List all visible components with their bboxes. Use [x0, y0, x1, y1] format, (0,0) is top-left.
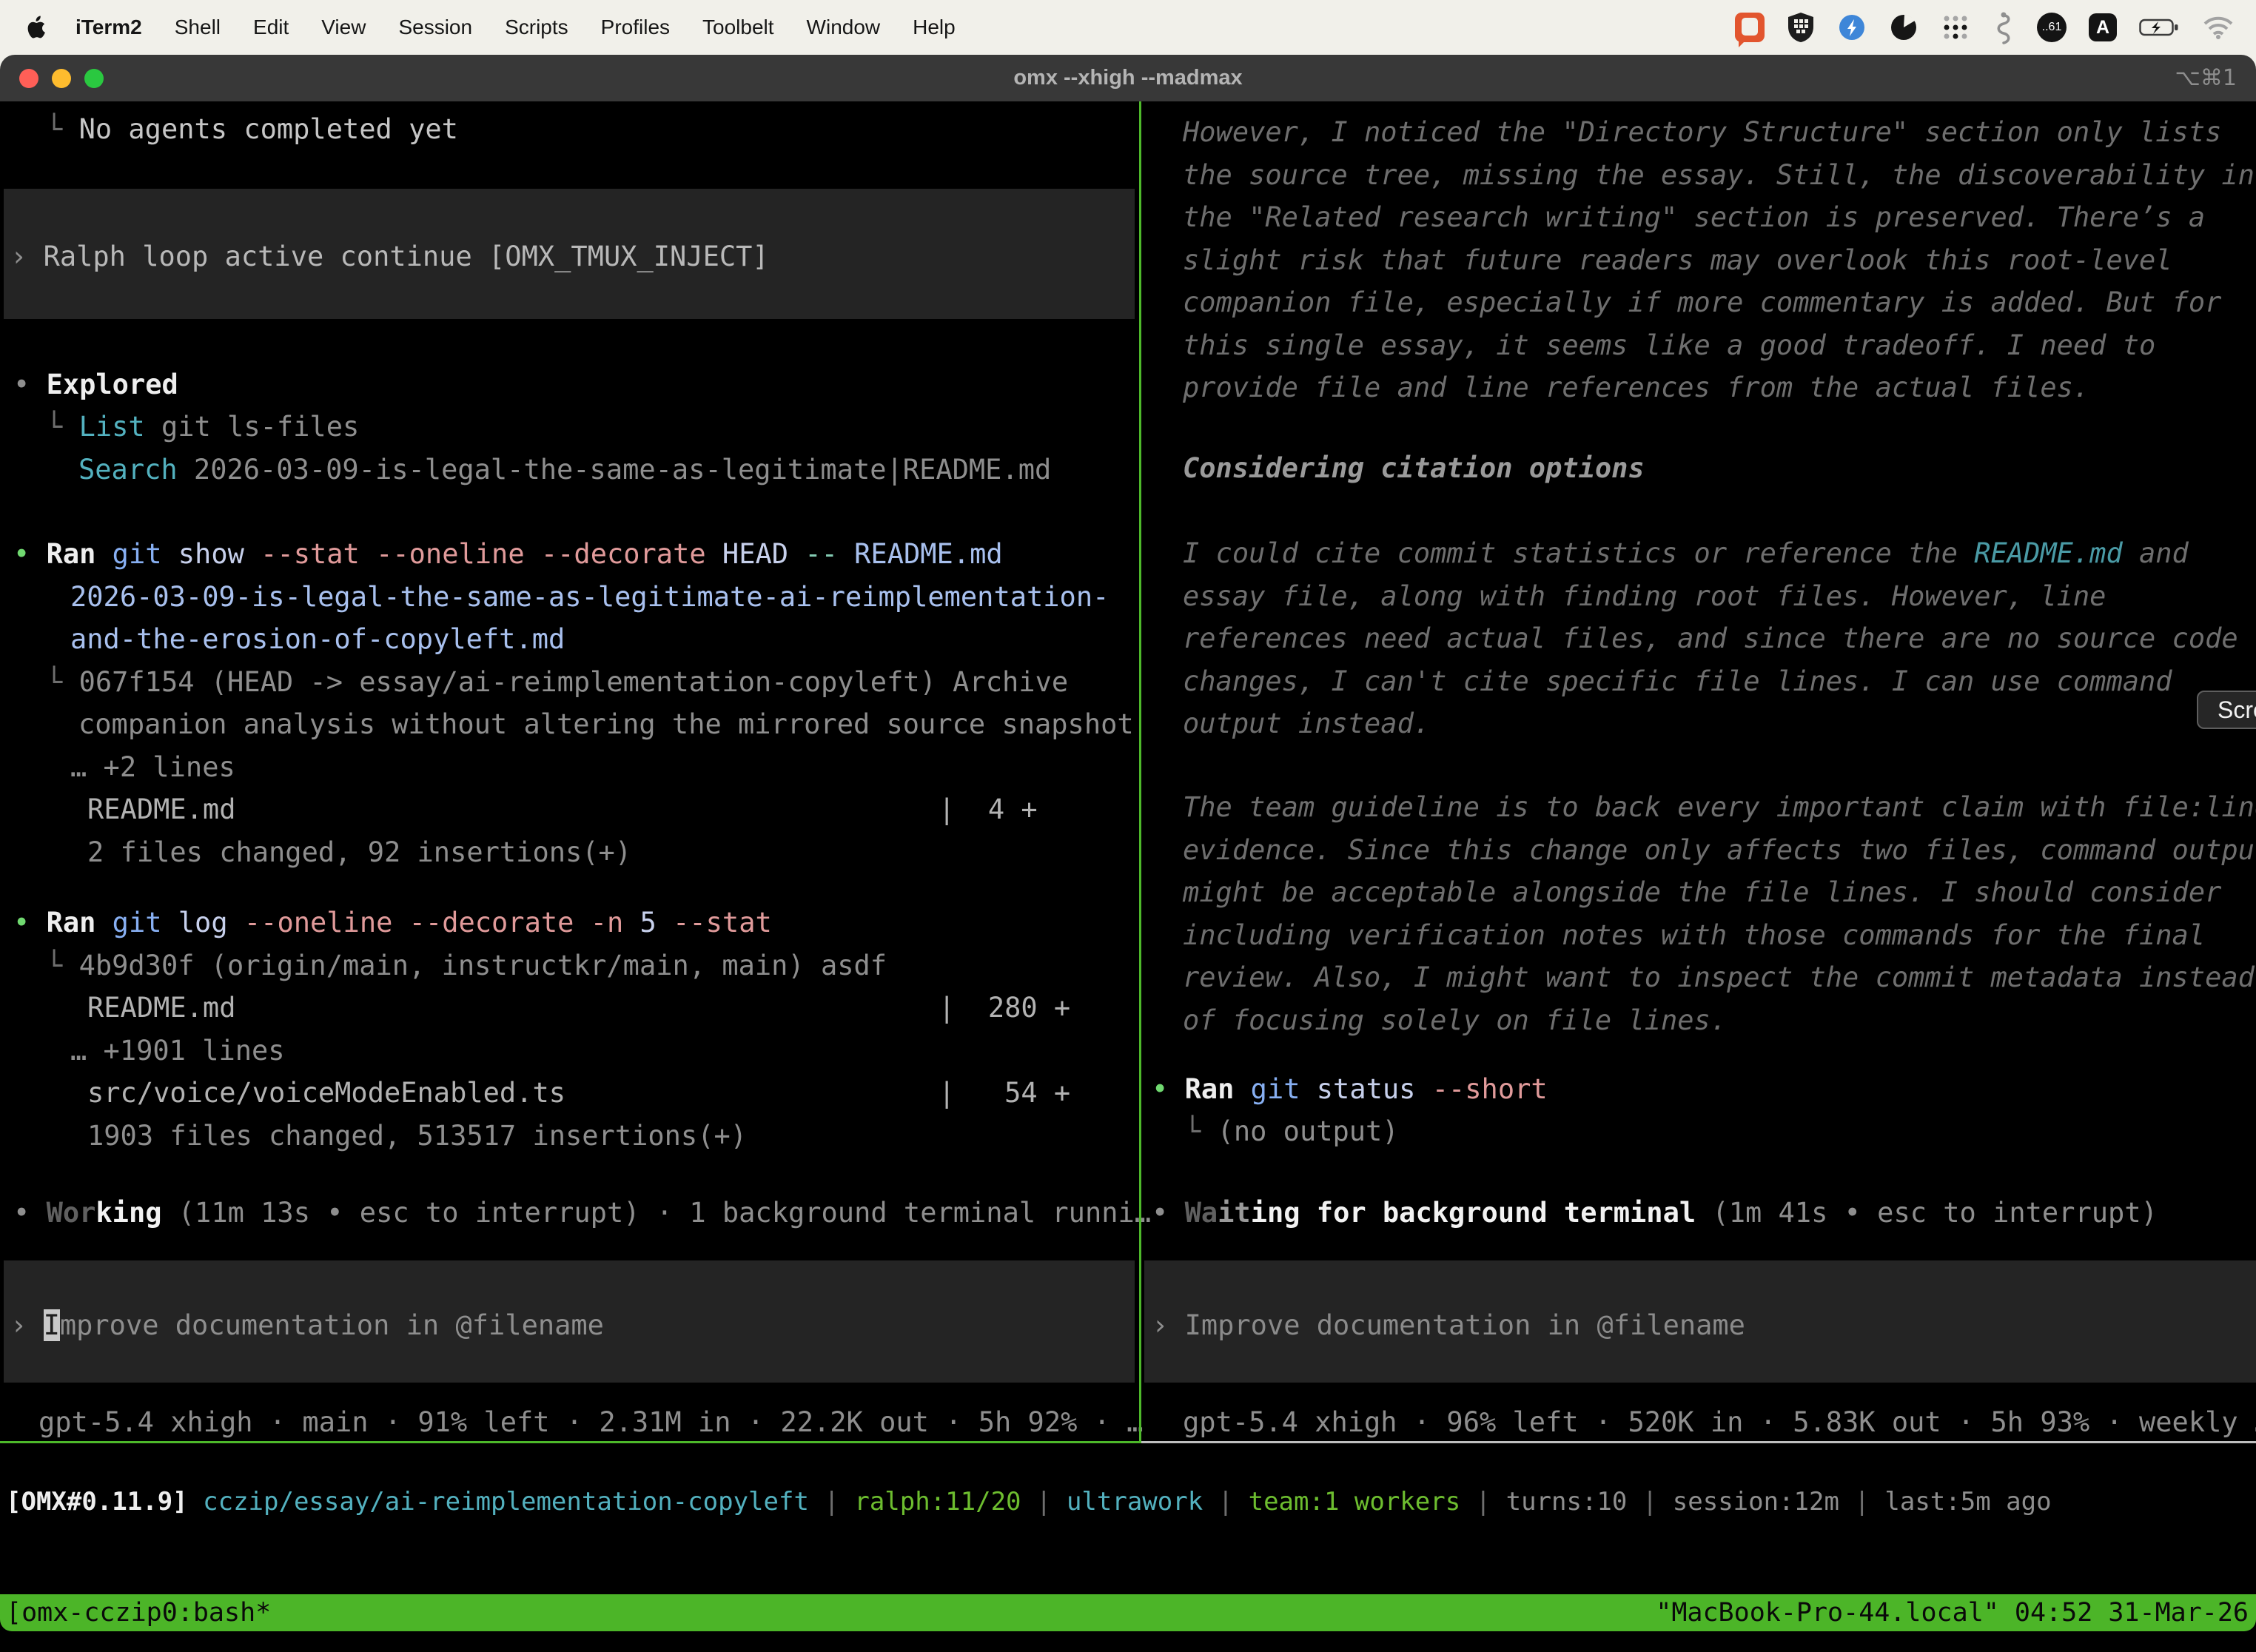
tmux-status-bar: [omx-cczip0:bash* "MacBook-Pro-44.local"… — [0, 1594, 2256, 1631]
menu-item-toolbelt[interactable]: Toolbelt — [702, 16, 774, 39]
count-badge-label: ..61 — [2042, 21, 2062, 34]
screen-tooltip: Scre — [2197, 691, 2256, 729]
menu-bar: iTerm2 Shell Edit View Session Scripts Profile… — [0, 0, 2256, 55]
tmux-window-label[interactable]: [omx-cczip0:bash* — [6, 1598, 271, 1628]
right-pane-bottom-border — [1141, 1441, 2256, 1443]
menu-item-help[interactable]: Help — [913, 16, 956, 39]
keyboard-a-icon[interactable]: A — [2089, 13, 2117, 41]
dots-grid-icon[interactable] — [1941, 13, 1970, 42]
menubar-status-icons: ..61 A — [1735, 10, 2234, 44]
menu-item-session[interactable]: Session — [398, 16, 472, 39]
battery-icon[interactable] — [2139, 17, 2181, 38]
apple-menu-icon[interactable] — [27, 16, 46, 39]
menu-item-shell[interactable]: Shell — [175, 16, 221, 39]
message-icon-inner — [1742, 18, 1758, 36]
count-badge-icon[interactable]: ..61 — [2037, 13, 2067, 42]
menu-item-iterm2[interactable]: iTerm2 — [75, 16, 142, 39]
wifi-icon[interactable] — [2203, 15, 2234, 40]
omx-status-layer: [OMX#0.11.9] cczip/essay/ai-reimplementa… — [0, 0, 2256, 1652]
menu-item-profiles[interactable]: Profiles — [601, 16, 670, 39]
a-key-label: A — [2096, 17, 2109, 38]
menu-item-scripts[interactable]: Scripts — [505, 16, 568, 39]
pane-divider[interactable] — [1139, 101, 1141, 1443]
shield-grid-icon[interactable] — [1787, 12, 1815, 43]
screen: iTerm2 Shell Edit View Session Scripts Profile… — [0, 0, 2256, 1652]
verified-badge-icon[interactable] — [1837, 13, 1867, 42]
apple-logo-icon — [27, 16, 46, 39]
screen-tooltip-label: Scre — [2218, 696, 2256, 724]
menu-item-view[interactable]: View — [321, 16, 366, 39]
menu-item-window[interactable]: Window — [807, 16, 881, 39]
message-icon[interactable] — [1735, 13, 1765, 42]
tmux-host-time: "MacBook-Pro-44.local" 04:52 31-Mar-26 — [1656, 1598, 2249, 1628]
left-pane-bottom-border — [0, 1441, 1141, 1443]
shutter-icon[interactable] — [1889, 13, 1918, 42]
menu-item-edit[interactable]: Edit — [253, 16, 289, 39]
menu-items: iTerm2 Shell Edit View Session Scripts Profile… — [75, 16, 956, 39]
omx-status-line: [OMX#0.11.9] cczip/essay/ai-reimplementa… — [0, 1480, 2256, 1523]
squiggle-icon[interactable] — [1993, 10, 2015, 44]
